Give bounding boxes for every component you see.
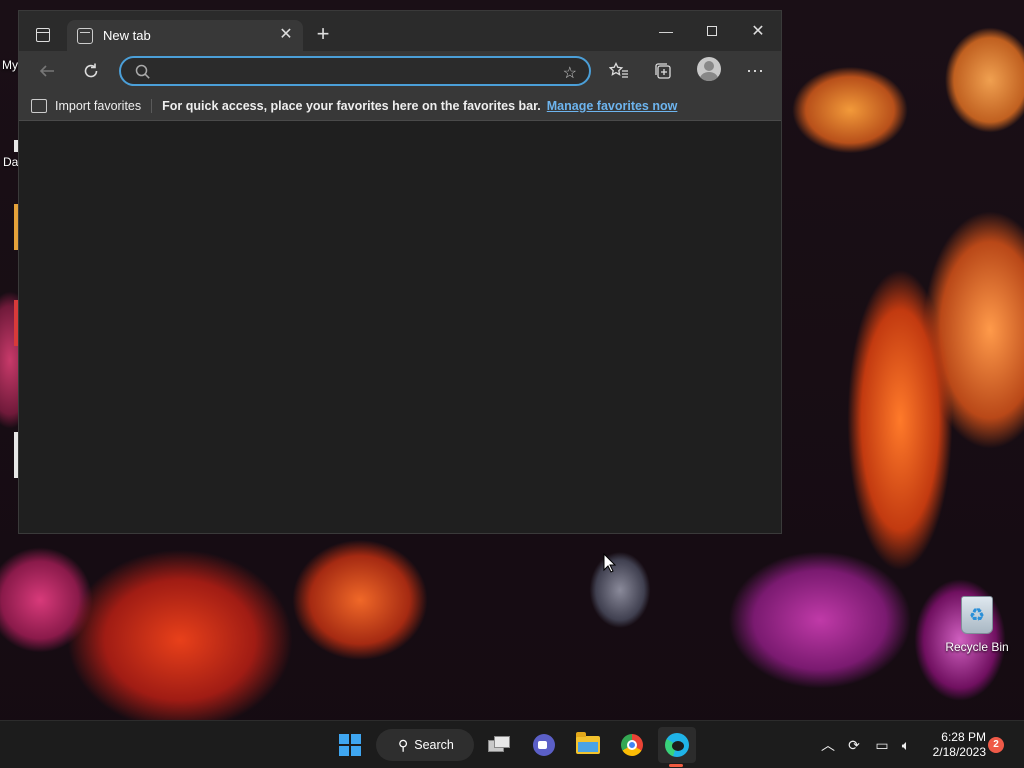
back-button[interactable] bbox=[31, 55, 63, 87]
search-icon: ⚲ bbox=[398, 736, 409, 753]
collections-icon bbox=[655, 63, 671, 79]
network-icon[interactable]: ▭ bbox=[870, 733, 894, 757]
volume-icon[interactable]: 🔈︎ bbox=[894, 733, 918, 757]
taskbar: ⚲ Search ︿ ⟳ ▭ 🔈︎ 6:28 PM 2/18/2023 2 bbox=[0, 720, 1024, 768]
settings-more-button[interactable]: ⋯ bbox=[739, 55, 771, 87]
close-window-button[interactable]: ✕ bbox=[735, 11, 781, 51]
file-explorer-icon bbox=[576, 732, 600, 754]
manage-favorites-link[interactable]: Manage favorites now bbox=[547, 99, 678, 113]
tab-new-tab[interactable]: New tab ✕ bbox=[67, 20, 303, 51]
start-button[interactable] bbox=[334, 729, 366, 761]
teams-icon bbox=[533, 734, 555, 756]
notification-badge[interactable]: 2 bbox=[988, 737, 1004, 753]
address-bar[interactable]: ☆ bbox=[119, 56, 591, 86]
edge-icon bbox=[665, 733, 689, 757]
recycle-bin-label: Recycle Bin bbox=[945, 640, 1009, 654]
tab-actions-icon bbox=[36, 28, 50, 42]
title-bar: New tab ✕ + — ✕ bbox=[19, 11, 781, 51]
maximize-icon bbox=[707, 26, 717, 36]
window-controls: — ✕ bbox=[643, 11, 781, 51]
clock-time: 6:28 PM bbox=[941, 730, 986, 744]
new-tab-favicon-icon bbox=[77, 27, 93, 44]
show-hidden-icons-chevron-up-icon[interactable]: ︿ bbox=[816, 733, 840, 757]
desktop-label-da: Da bbox=[3, 155, 19, 169]
teams-button[interactable] bbox=[528, 729, 560, 761]
file-explorer-button[interactable] bbox=[572, 729, 604, 761]
import-favorites-label: Import favorites bbox=[55, 98, 142, 113]
collections-button[interactable] bbox=[647, 55, 679, 87]
close-tab-icon[interactable]: ✕ bbox=[277, 26, 295, 44]
chrome-button[interactable] bbox=[616, 729, 648, 761]
new-tab-button[interactable]: + bbox=[311, 23, 335, 47]
tab-actions-button[interactable] bbox=[29, 23, 57, 47]
back-arrow-icon bbox=[39, 65, 54, 77]
recycle-bin[interactable]: Recycle Bin bbox=[942, 596, 1012, 654]
windows-logo-icon bbox=[339, 734, 361, 756]
taskbar-search-label: Search bbox=[414, 738, 454, 752]
favorites-icon bbox=[609, 62, 628, 78]
address-input[interactable] bbox=[161, 61, 551, 81]
search-icon bbox=[135, 64, 151, 85]
refresh-button[interactable] bbox=[75, 55, 107, 87]
system-tray: ︿ ⟳ ▭ 🔈︎ bbox=[816, 721, 918, 768]
edge-button[interactable] bbox=[658, 727, 696, 763]
recycle-bin-icon bbox=[961, 596, 993, 634]
taskbar-clock[interactable]: 6:28 PM 2/18/2023 bbox=[924, 730, 986, 760]
browser-window: New tab ✕ + — ✕ ☆ ⋯ Import favorites For… bbox=[18, 10, 782, 534]
maximize-button[interactable] bbox=[689, 11, 735, 51]
import-favorites-icon bbox=[31, 98, 47, 113]
favorites-bar: Import favorites For quick access, place… bbox=[19, 91, 781, 121]
refresh-icon bbox=[84, 63, 98, 78]
import-favorites-button[interactable]: Import favorites bbox=[31, 98, 153, 113]
chrome-icon bbox=[621, 734, 643, 756]
add-favorite-icon[interactable]: ☆ bbox=[563, 63, 577, 83]
minimize-button[interactable]: — bbox=[643, 11, 689, 51]
page-content[interactable] bbox=[19, 122, 781, 533]
desktop-label-my: My bbox=[2, 58, 18, 72]
favorites-bar-message: For quick access, place your favorites h… bbox=[162, 98, 541, 113]
clock-date: 2/18/2023 bbox=[932, 745, 986, 759]
favorites-button[interactable] bbox=[603, 55, 635, 87]
tab-title: New tab bbox=[103, 28, 151, 43]
taskbar-search[interactable]: ⚲ Search bbox=[376, 729, 474, 761]
edge-active-indicator bbox=[669, 764, 683, 767]
navigation-toolbar: ☆ ⋯ bbox=[19, 51, 781, 91]
mouse-cursor-icon bbox=[603, 553, 617, 573]
task-view-icon bbox=[488, 736, 512, 754]
profile-avatar-icon[interactable] bbox=[697, 57, 721, 81]
sync-icon[interactable]: ⟳ bbox=[842, 733, 866, 757]
task-view-button[interactable] bbox=[484, 729, 516, 761]
